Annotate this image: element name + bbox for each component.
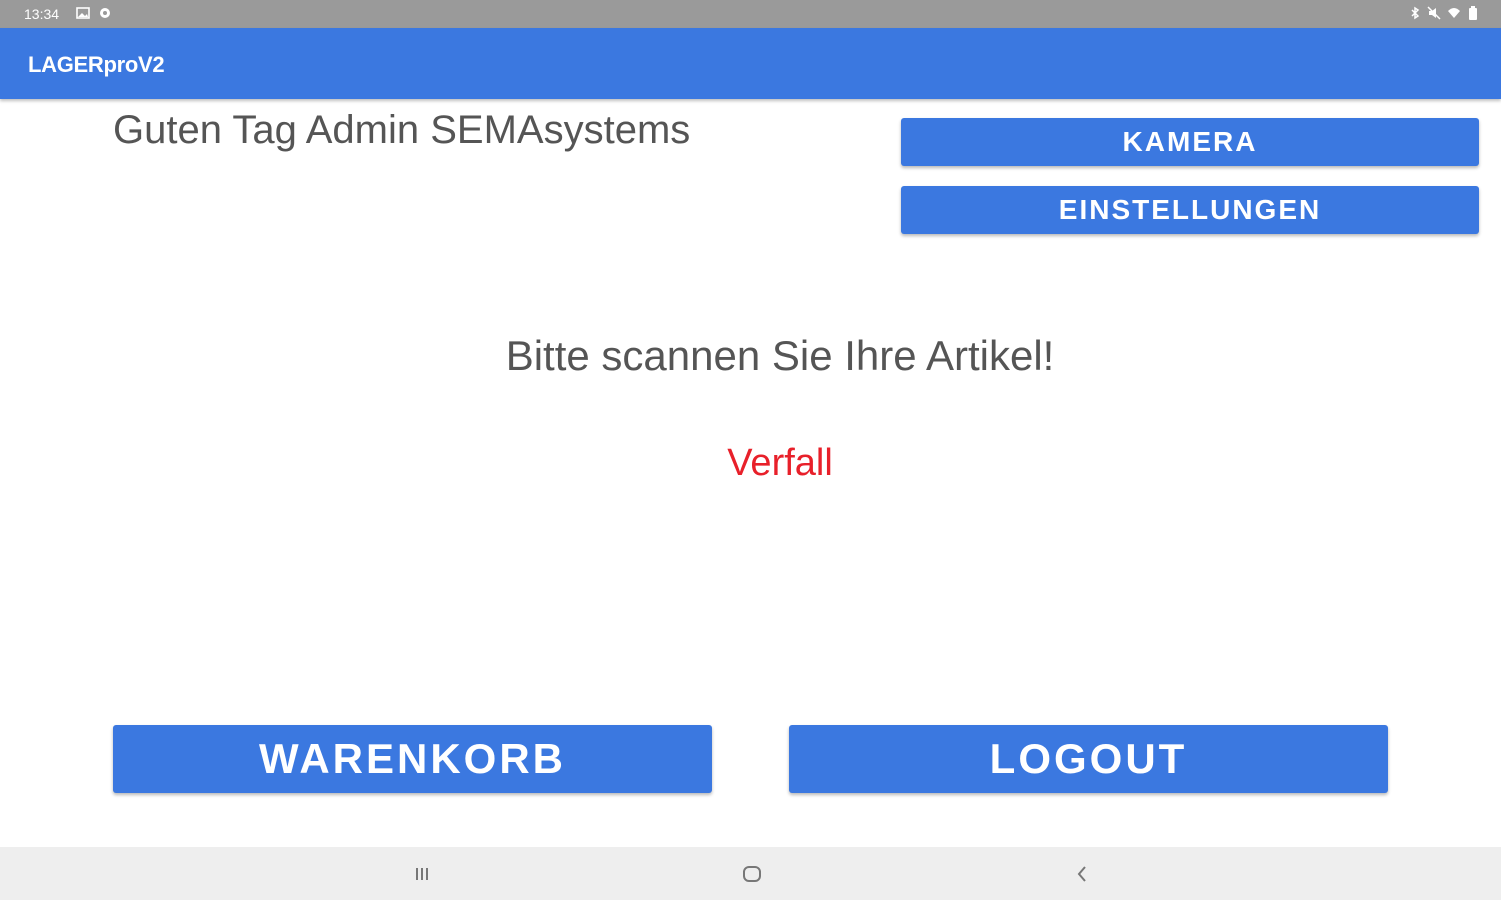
settings-button[interactable]: EINSTELLUNGEN [901, 186, 1479, 234]
home-icon[interactable] [737, 859, 767, 889]
cart-button[interactable]: WARENKORB [113, 725, 712, 793]
back-icon[interactable] [1067, 859, 1097, 889]
recent-apps-icon[interactable] [407, 859, 437, 889]
greeting-text: Guten Tag Admin SEMAsystems [113, 108, 691, 152]
status-time: 13:34 [24, 6, 60, 22]
image-icon [76, 6, 90, 20]
app-bar: LAGERproV2 [0, 28, 1501, 99]
app-title: LAGERproV2 [28, 52, 165, 77]
battery-icon [1468, 6, 1478, 20]
camera-button[interactable]: KAMERA [901, 118, 1479, 166]
navigation-bar [0, 847, 1501, 900]
status-label: Verfall [727, 442, 833, 484]
logout-button[interactable]: LOGOUT [789, 725, 1388, 793]
wifi-icon [1447, 6, 1461, 20]
scan-prompt: Bitte scannen Sie Ihre Artikel! [505, 332, 1055, 379]
status-bar: 13:34 [0, 0, 1501, 28]
bluetooth-icon [1408, 6, 1422, 20]
settings-gear-icon [98, 6, 112, 20]
mute-icon [1427, 6, 1441, 20]
